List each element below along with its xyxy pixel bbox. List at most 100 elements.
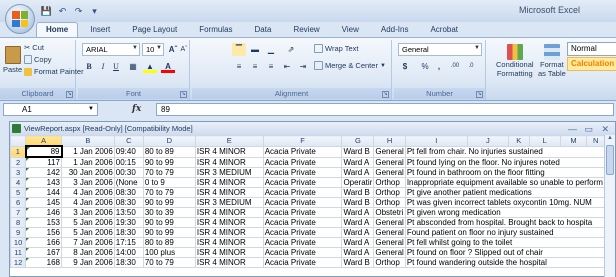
cell-time[interactable]: 08:30 <box>113 187 144 198</box>
fill-color-icon[interactable]: ▲ <box>143 60 157 73</box>
row-header[interactable]: 7 <box>9 207 27 218</box>
cell-incident-id[interactable]: 89 <box>24 145 63 158</box>
cell-incident-id[interactable]: 117 <box>25 156 63 168</box>
formula-input[interactable]: 89 <box>156 103 614 116</box>
decrease-decimal-icon[interactable]: .0 <box>464 60 478 73</box>
paste-button[interactable]: Paste <box>3 46 22 74</box>
orientation-icon[interactable]: ⇗ <box>284 43 298 56</box>
align-right-icon[interactable]: ≡ <box>264 60 278 73</box>
cell-description[interactable]: Pt found in bathroom on the floor fittin… <box>404 167 606 178</box>
increase-indent-icon[interactable]: ⇥ <box>296 60 310 73</box>
cell-severity[interactable]: ISR 4 MINOR <box>194 257 264 268</box>
cell-description[interactable]: Pt found wandering outside the hospital <box>404 257 606 268</box>
merge-center-button[interactable]: Merge & Center ▼ <box>314 61 386 70</box>
cell-ward[interactable]: Ward B <box>341 197 375 208</box>
cell-incident-id[interactable]: 168 <box>25 257 63 268</box>
cell-time[interactable]: 13:50 <box>113 207 144 218</box>
column-header-j[interactable]: J <box>466 135 509 147</box>
cell-time[interactable]: 17:15 <box>113 237 144 248</box>
cell-description[interactable]: Inappropriate equipment available so una… <box>404 177 606 188</box>
cell-ward[interactable]: Ward A <box>341 247 375 258</box>
align-top-icon[interactable]: ▔ <box>232 43 246 56</box>
cell-incident-id[interactable]: 144 <box>25 187 63 198</box>
row-header[interactable]: 5 <box>9 187 27 198</box>
cell-date[interactable]: 5 Jan 2006 <box>61 227 115 238</box>
cell-ward[interactable]: Ward A <box>341 217 375 228</box>
cell-age-range[interactable]: 70 to 79 <box>142 187 196 198</box>
row-header[interactable]: 1 <box>9 145 27 158</box>
cell-facility[interactable]: Acacia Private <box>262 247 343 258</box>
percent-icon[interactable]: % <box>418 60 432 73</box>
style-normal[interactable]: Normal <box>567 42 616 56</box>
row-header[interactable]: 2 <box>9 156 27 168</box>
increase-decimal-icon[interactable]: .00 <box>448 60 462 73</box>
cell-facility[interactable]: Acacia Private <box>262 167 343 178</box>
cell-date[interactable]: 30 Jan 2006 <box>61 167 115 178</box>
cell-ward[interactable]: Operatir <box>341 177 375 188</box>
column-header-i[interactable]: I <box>404 135 468 147</box>
cell-specialty[interactable]: Orthop <box>373 257 406 268</box>
row-header[interactable]: 10 <box>9 237 27 248</box>
undo-icon[interactable]: ↶ <box>56 5 69 18</box>
row-header[interactable]: 11 <box>9 247 27 258</box>
cell-incident-id[interactable]: 143 <box>25 177 63 188</box>
cell-date[interactable]: 5 Jan 2006 <box>61 217 115 228</box>
cell-description[interactable]: Pt give another patient medications <box>404 187 606 198</box>
cell-age-range[interactable]: 80 to 89 <box>142 145 196 158</box>
cell-facility[interactable]: Acacia Private <box>262 227 343 238</box>
cell-facility[interactable]: Acacia Private <box>262 237 343 248</box>
wrap-text-button[interactable]: Wrap Text <box>314 44 359 53</box>
cell-time[interactable]: 19:30 <box>113 217 144 228</box>
italic-icon[interactable]: I <box>96 60 110 73</box>
cell-incident-id[interactable]: 166 <box>25 237 63 248</box>
cell-time[interactable]: 09:40 <box>113 145 144 158</box>
column-header-h[interactable]: H <box>373 135 406 147</box>
column-header-e[interactable]: E <box>194 135 264 147</box>
column-header-k[interactable]: K <box>507 135 530 147</box>
cell-age-range[interactable]: 90 to 99 <box>142 197 196 208</box>
cell-age-range[interactable]: 30 to 39 <box>142 207 196 218</box>
cell-severity[interactable]: ISR 4 MINOR <box>194 156 264 168</box>
cell-date[interactable]: 9 Jan 2006 <box>61 257 115 268</box>
cell-description[interactable]: Pt fell from chair. No injuries sustaine… <box>404 145 606 158</box>
format-as-table-button[interactable]: Format as Table <box>538 44 566 78</box>
alignment-launcher-icon[interactable]: ↘ <box>382 91 389 98</box>
cell-severity[interactable]: ISR 4 MINOR <box>194 217 264 228</box>
font-launcher-icon[interactable]: ↘ <box>180 91 187 98</box>
font-color-icon[interactable]: A <box>161 60 175 73</box>
cell-age-range[interactable]: 80 to 89 <box>142 237 196 248</box>
cell-date[interactable]: 4 Jan 2006 <box>61 187 115 198</box>
cell-incident-id[interactable]: 167 <box>25 247 63 258</box>
row-header[interactable]: 6 <box>9 197 27 208</box>
cell-incident-id[interactable]: 142 <box>25 167 63 178</box>
cell-specialty[interactable]: General <box>373 247 406 258</box>
underline-icon[interactable]: U <box>109 60 123 73</box>
cell-facility[interactable]: Acacia Private <box>262 217 343 228</box>
select-all-corner[interactable] <box>9 135 27 147</box>
row-header[interactable]: 4 <box>9 177 27 188</box>
row-header[interactable]: 9 <box>9 227 27 238</box>
customize-qat-icon[interactable]: ▾ <box>88 5 101 18</box>
cell-severity[interactable]: ISR 4 MINOR <box>194 247 264 258</box>
font-size-select[interactable]: 10 ▼ <box>142 43 164 56</box>
currency-icon[interactable]: $ <box>398 60 412 73</box>
cell-date[interactable]: 4 Jan 2006 <box>61 197 115 208</box>
cell-facility[interactable]: Acacia Private <box>262 197 343 208</box>
save-icon[interactable]: 💾 <box>40 5 53 18</box>
cell-age-range[interactable]: 90 to 99 <box>142 217 196 228</box>
insert-function-icon[interactable]: fx <box>132 104 141 114</box>
name-box[interactable]: A1 ▼ <box>3 103 98 116</box>
cell-severity[interactable]: ISR 4 MINOR <box>194 227 264 238</box>
tab-home[interactable]: Home <box>36 22 79 38</box>
cell-facility[interactable]: Acacia Private <box>262 257 343 268</box>
column-header-c[interactable]: C <box>113 135 144 147</box>
cell-description[interactable]: Pt absconded from hospital. Brought back… <box>404 217 606 228</box>
borders-icon[interactable]: ▦ <box>126 60 140 73</box>
style-calculation[interactable]: Calculation <box>567 57 616 71</box>
cell-date[interactable]: 8 Jan 2006 <box>61 247 115 258</box>
cell-description[interactable]: Pt fell whilst going to the toilet <box>404 237 606 248</box>
tab-formulas[interactable]: Formulas <box>189 22 242 38</box>
cell-facility[interactable]: Acacia Private <box>262 207 343 218</box>
cell-ward[interactable]: Ward B <box>341 187 375 198</box>
tab-add-ins[interactable]: Add-Ins <box>371 22 419 38</box>
